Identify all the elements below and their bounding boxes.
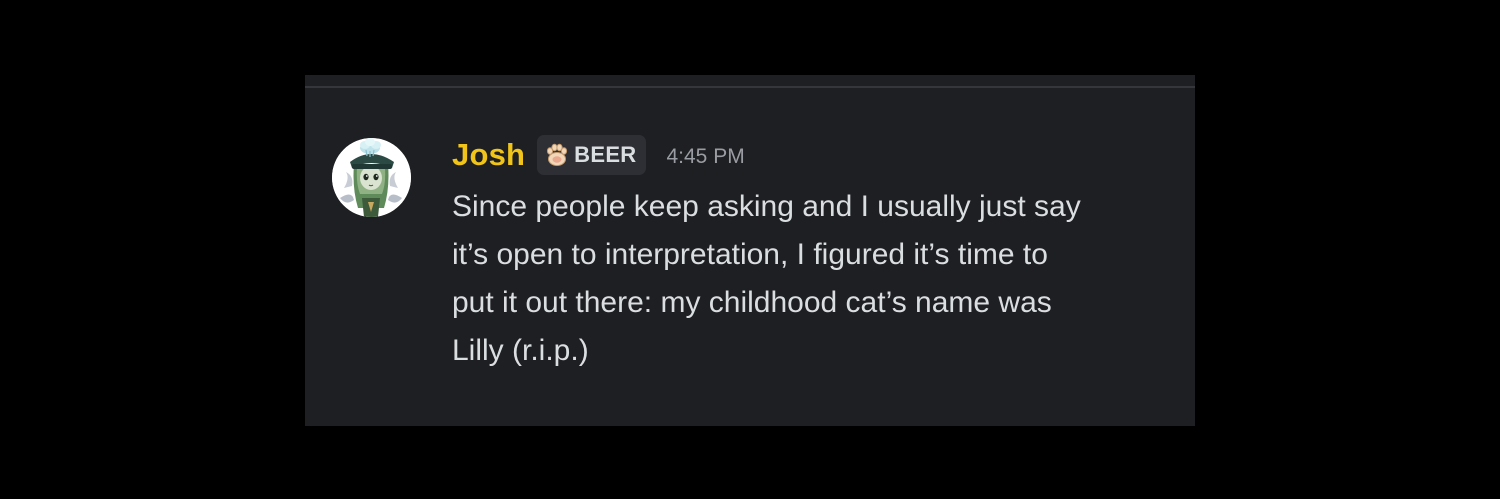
timestamp: 4:45 PM <box>666 145 745 168</box>
avatar[interactable] <box>332 138 411 217</box>
message-card: Josh BEER 4:45 PM Since people keep aski… <box>305 75 1195 426</box>
guild-tag-label: BEER <box>574 142 637 167</box>
guild-tag-badge[interactable]: BEER <box>537 135 647 175</box>
message-header: Josh BEER 4:45 PM <box>452 133 745 177</box>
cat-paw-icon <box>547 143 568 166</box>
username[interactable]: Josh <box>452 133 525 177</box>
divider <box>305 86 1195 88</box>
anime-character-avatar-icon <box>332 138 411 217</box>
message-content: Since people keep asking and I usually j… <box>452 190 1081 367</box>
